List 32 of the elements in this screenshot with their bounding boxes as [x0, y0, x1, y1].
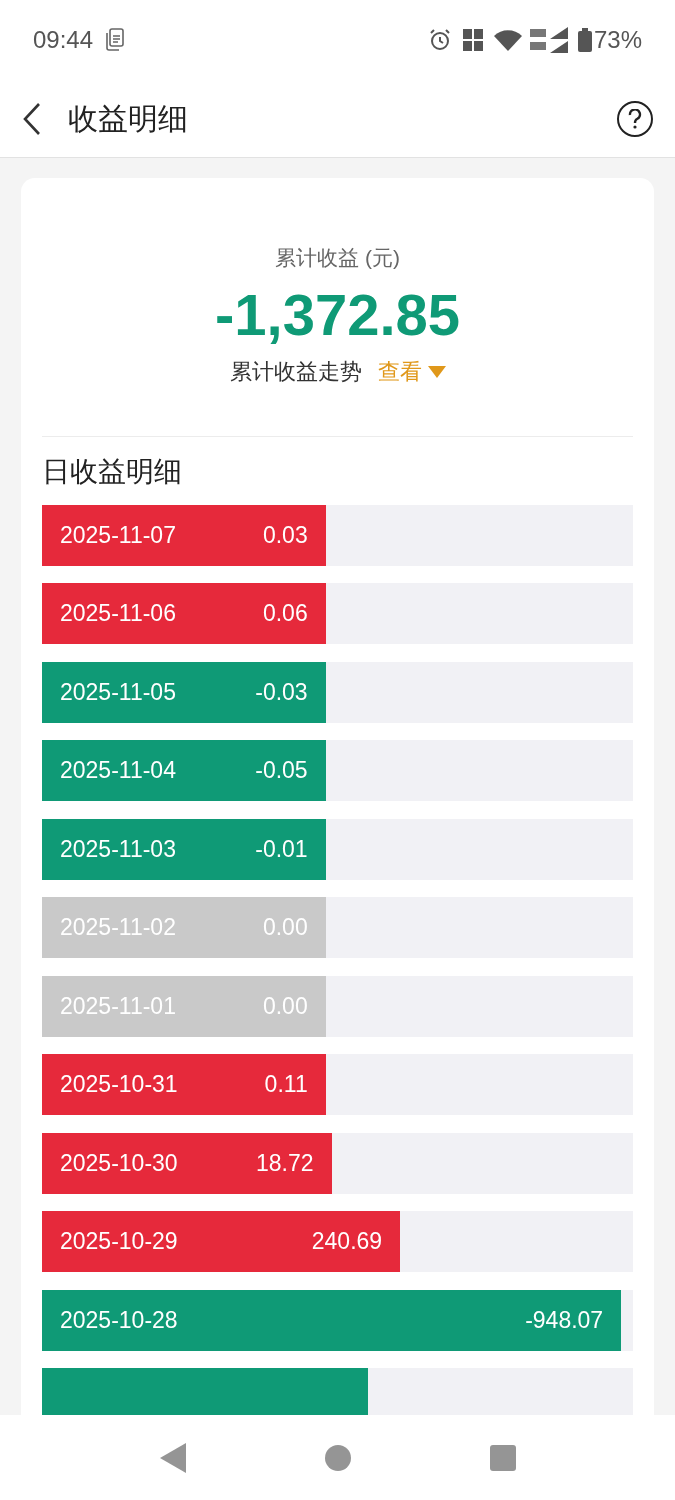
status-time: 09:44 [33, 25, 94, 55]
caret-icon [427, 365, 446, 378]
total-earnings-value: -1,372.85 [214, 280, 461, 349]
home-nav-button[interactable] [324, 1444, 351, 1471]
earnings-bar[interactable]: 2025-10-28 -948.07 [42, 1289, 622, 1351]
total-earnings-label: 累计收益 (元) [275, 245, 400, 271]
signal-icon [529, 27, 570, 53]
recents-nav-button[interactable] [489, 1444, 516, 1471]
help-icon [628, 108, 642, 129]
section-title: 日收益明细 [42, 455, 183, 489]
earnings-bar[interactable]: 2025-11-03 -0.01 [42, 818, 326, 880]
sim-icon [461, 28, 484, 52]
battery-level: 73% [593, 25, 642, 55]
home-circle-icon [324, 1444, 351, 1471]
document-icon [105, 28, 126, 52]
recents-square-icon [489, 1444, 516, 1471]
earnings-bar[interactable]: 2025-11-05 -0.03 [42, 661, 326, 723]
back-icon [22, 101, 42, 136]
back-triangle-icon [159, 1442, 186, 1473]
earnings-bar[interactable]: 2025-11-06 0.06 [42, 583, 326, 645]
trend-label: 累计收益走势 [229, 358, 362, 387]
page-title: 收益明细 [68, 101, 188, 137]
earnings-bar[interactable]: 2025-10-31 0.11 [42, 1054, 326, 1116]
back-nav-button[interactable] [159, 1442, 186, 1473]
help-button[interactable] [617, 100, 653, 137]
view-trend-link[interactable]: 查看 [377, 355, 446, 389]
earnings-bar[interactable]: 2025-10-29 240.69 [42, 1211, 401, 1273]
wifi-icon [493, 29, 522, 51]
earnings-bar[interactable]: 2025-11-07 0.03 [42, 504, 326, 566]
earnings-bar[interactable]: 2025-10-30 18.72 [42, 1132, 332, 1194]
battery-icon [577, 28, 592, 52]
earnings-bar[interactable]: 2025-11-04 -0.05 [42, 740, 326, 802]
